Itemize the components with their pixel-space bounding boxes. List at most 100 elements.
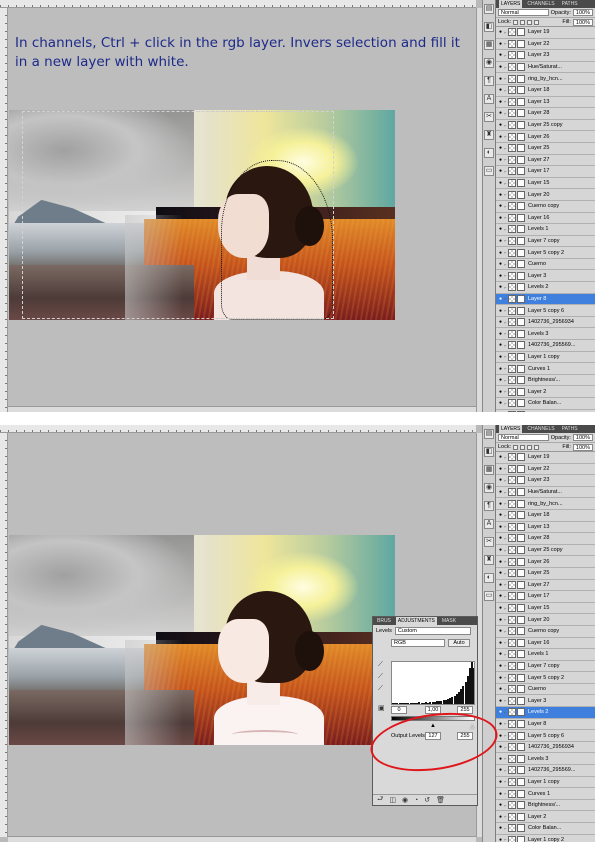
layer-row[interactable]: ● ⌐ Layer 1 copy [496,777,595,789]
layer-mask-thumbnail[interactable] [517,109,525,118]
layer-name[interactable]: Layer 25 copy [526,547,595,553]
visibility-eye-icon[interactable]: ● [497,535,504,541]
layer-mask-thumbnail[interactable] [517,376,525,385]
layer-thumbnail[interactable] [508,708,516,717]
visibility-eye-icon[interactable]: ● [497,354,504,360]
layer-name[interactable]: Layer 8 [526,296,595,302]
layer-row[interactable]: ● ⌐ Layer 3 [496,270,595,283]
layer-mask-thumbnail[interactable] [517,179,525,188]
layer-mask-thumbnail[interactable] [517,352,525,361]
layer-row[interactable]: ● ⌐ Cuerno [496,684,595,696]
preset-select[interactable]: Custom [394,627,471,635]
layer-name[interactable]: Layer 23 [526,52,595,58]
visibility-eye-icon[interactable]: ● [497,767,504,773]
layer-mask-thumbnail[interactable] [517,731,525,740]
layer-row[interactable]: ● ⌐ Layer 1 copy [496,352,595,364]
visibility-eye-icon[interactable]: ● [497,389,504,395]
layer-row[interactable]: ● ⌐ Layer 27 [496,580,595,592]
layer-row[interactable]: ● ⌐ Layer 23 [496,475,595,487]
layer-thumbnail[interactable] [508,453,516,462]
layer-row[interactable]: ● ⌐ Cuerno [496,259,595,271]
layer-mask-thumbnail[interactable] [517,294,525,303]
layer-name[interactable]: Layer 16 [526,215,595,221]
layer-row[interactable]: ● ⌐ Layer 19 [496,452,595,464]
layer-row[interactable]: ● ⌐ Layer 2 [496,811,595,823]
visibility-eye-icon[interactable]: ● [497,192,504,198]
layer-row[interactable]: ● ⌐ Layer 13 [496,522,595,534]
tab-brushes[interactable]: BRUS [375,617,393,625]
layer-row[interactable]: ● ⌐ ring_by_hcn... [496,498,595,510]
delete-icon[interactable]: 🗑 [436,796,445,804]
layer-mask-thumbnail[interactable] [517,167,525,176]
layer-name[interactable]: Brightness/... [526,802,595,808]
layer-thumbnail[interactable] [508,190,516,199]
layer-name[interactable]: Cuerno copy [526,203,595,209]
layer-thumbnail[interactable] [508,511,516,520]
layer-thumbnail[interactable] [508,673,516,682]
visibility-eye-icon[interactable]: ● [497,134,504,140]
tab-paths[interactable]: PATHS [560,0,580,8]
layer-mask-thumbnail[interactable] [517,673,525,682]
layer-name[interactable]: Hue/Saturat... [526,64,595,70]
layer-thumbnail[interactable] [508,39,516,48]
layer-name[interactable]: Curves 1 [526,366,595,372]
layer-thumbnail[interactable] [508,132,516,141]
return-icon[interactable]: ⮐ [377,795,383,806]
lock-transparency-icon[interactable] [513,19,519,25]
layer-thumbnail[interactable] [508,74,516,83]
layer-thumbnail[interactable] [508,202,516,211]
visibility-eye-icon[interactable]: ● [497,168,504,174]
layer-mask-thumbnail[interactable] [517,213,525,222]
layer-mask-thumbnail[interactable] [517,476,525,485]
layer-name[interactable]: Layer 27 [526,582,595,588]
layer-row[interactable]: ● ⌐ Brightness/... [496,800,595,812]
layer-name[interactable]: Curves 1 [526,791,595,797]
visibility-eye-icon[interactable]: ● [497,331,504,337]
layer-thumbnail[interactable] [508,236,516,245]
layer-mask-thumbnail[interactable] [517,74,525,83]
visibility-eye-icon[interactable]: ● [497,547,504,553]
layer-name[interactable]: Layer 1 copy 2 [526,837,595,842]
layer-row[interactable]: ● ⌐ Levels 3 [496,753,595,766]
layer-name[interactable]: Layer 7 copy [526,238,595,244]
layer-name[interactable]: Layer 1 copy [526,354,595,360]
layer-thumbnail[interactable] [508,248,516,257]
layer-name[interactable]: Layer 16 [526,640,595,646]
layer-thumbnail[interactable] [508,650,516,659]
layer-name[interactable]: ring_by_hcn... [526,76,595,82]
layer-mask-thumbnail[interactable] [517,824,525,833]
layer-name[interactable]: ring_by_hcn... [526,501,595,507]
layer-mask-thumbnail[interactable] [517,557,525,566]
layer-mask-thumbnail[interactable] [517,464,525,473]
layer-mask-thumbnail[interactable] [517,271,525,280]
layer-thumbnail[interactable] [508,387,516,396]
panel-icon[interactable]: ✂ [484,537,494,547]
layer-name[interactable]: Layer 22 [526,466,595,472]
visibility-eye-icon[interactable]: ● [497,779,504,785]
layer-mask-thumbnail[interactable] [517,306,525,315]
layer-row[interactable]: ● ⌐ Layer 3 [496,695,595,708]
layer-name[interactable]: Layer 5 copy 6 [526,733,595,739]
layer-name[interactable]: Layer 2 [526,389,595,395]
panel-icon[interactable]: ¶ [484,501,494,511]
visibility-eye-icon[interactable]: ● [497,651,504,657]
view-previous-icon[interactable]: ◔ [414,797,418,804]
lock-pixels-icon[interactable] [520,19,526,25]
visibility-eye-icon[interactable]: ● [497,250,504,256]
visibility-eye-icon[interactable]: ● [497,203,504,209]
layer-row[interactable]: ● ⌐ Layer 25 [496,568,595,580]
layer-mask-thumbnail[interactable] [517,410,525,412]
layer-row[interactable]: ● ⌐ Layer 8 [496,293,595,306]
layer-thumbnail[interactable] [508,638,516,647]
layer-row[interactable]: ●⌐Layer 1 copy 2 [496,835,595,842]
layer-mask-thumbnail[interactable] [517,835,525,842]
layer-mask-thumbnail[interactable] [517,132,525,141]
layer-mask-thumbnail[interactable] [517,604,525,613]
layer-name[interactable]: Layer 26 [526,559,595,565]
visibility-eye-icon[interactable]: ● [497,64,504,70]
layer-thumbnail[interactable] [508,546,516,555]
blend-mode-select[interactable]: Normal [498,434,549,441]
layer-mask-thumbnail[interactable] [517,387,525,396]
visibility-eye-icon[interactable]: ● [497,686,504,692]
layer-mask-thumbnail[interactable] [517,86,525,95]
